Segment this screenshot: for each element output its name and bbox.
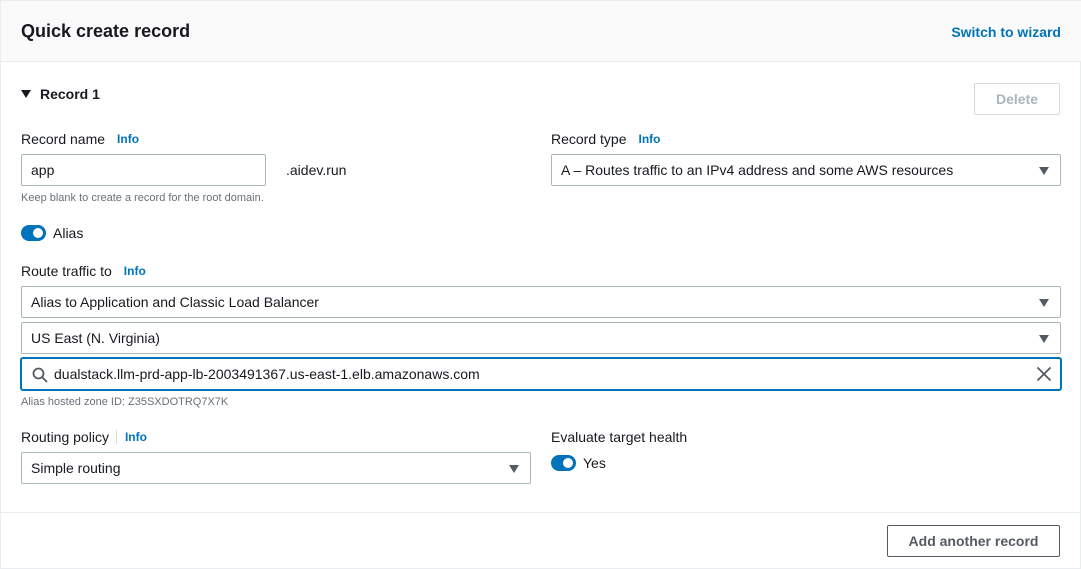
route-traffic-info-link[interactable]: Info — [124, 264, 146, 278]
record-type-label-text: Record type — [551, 131, 627, 147]
record-1-expander[interactable]: Record 1 — [21, 86, 100, 102]
region-select[interactable]: US East (N. Virginia) — [21, 322, 1061, 354]
region-value: US East (N. Virginia) — [31, 330, 160, 346]
footer-divider — [1, 512, 1081, 513]
evaluate-health-toggle-label: Yes — [583, 455, 606, 471]
hosted-zone-hint: Alias hosted zone ID: Z35SXDOTRQ7X7K — [21, 396, 229, 408]
evaluate-health-label: Evaluate target health — [551, 429, 688, 445]
switch-to-wizard-link[interactable]: Switch to wizard — [951, 24, 1061, 40]
route-traffic-label-text: Route traffic to — [21, 263, 112, 279]
close-icon[interactable] — [1036, 366, 1052, 382]
search-icon — [32, 367, 48, 383]
record-name-label: Record name Info — [21, 131, 139, 147]
panel-title: Quick create record — [21, 21, 191, 41]
alias-label: Alias — [53, 225, 84, 241]
routing-policy-select[interactable]: Simple routing — [21, 452, 531, 484]
routing-policy-info-link[interactable]: Info — [115, 430, 147, 444]
quick-create-panel: Quick create record Switch to wizard Rec… — [0, 0, 1081, 569]
record-name-hint: Keep blank to create a record for the ro… — [21, 192, 264, 204]
record-type-label: Record type Info — [551, 131, 660, 147]
evaluate-health-toggle[interactable] — [551, 455, 576, 471]
domain-suffix: .aidev.run — [286, 162, 347, 178]
load-balancer-search-input[interactable]: dualstack.llm-prd-app-lb-2003491367.us-e… — [21, 358, 1061, 390]
dropdown-arrow-icon — [1039, 167, 1049, 175]
route-traffic-label: Route traffic to Info — [21, 263, 146, 279]
record-type-info-link[interactable]: Info — [638, 132, 660, 146]
toggle-knob — [563, 458, 573, 468]
load-balancer-value: dualstack.llm-prd-app-lb-2003491367.us-e… — [54, 366, 480, 382]
add-another-record-button[interactable]: Add another record — [887, 525, 1060, 557]
record-name-input[interactable]: app — [21, 154, 266, 186]
dropdown-arrow-icon — [509, 465, 519, 473]
record-section-label: Record 1 — [40, 86, 100, 102]
alias-toggle[interactable] — [21, 225, 46, 241]
caret-down-icon — [21, 90, 31, 98]
endpoint-select[interactable]: Alias to Application and Classic Load Ba… — [21, 286, 1061, 318]
record-type-select[interactable]: A – Routes traffic to an IPv4 address an… — [551, 154, 1061, 186]
delete-button[interactable]: Delete — [974, 83, 1060, 115]
routing-policy-label-text: Routing policy — [21, 429, 109, 445]
dropdown-arrow-icon — [1039, 299, 1049, 307]
endpoint-value: Alias to Application and Classic Load Ba… — [31, 294, 319, 310]
toggle-knob — [33, 228, 43, 238]
record-name-label-text: Record name — [21, 131, 106, 147]
routing-policy-value: Simple routing — [31, 460, 121, 476]
record-type-value: A – Routes traffic to an IPv4 address an… — [561, 162, 954, 178]
routing-policy-label: Routing policy Info — [21, 429, 147, 445]
record-name-info-link[interactable]: Info — [117, 132, 139, 146]
dropdown-arrow-icon — [1039, 335, 1049, 343]
panel-header: Quick create record Switch to wizard — [1, 0, 1081, 62]
